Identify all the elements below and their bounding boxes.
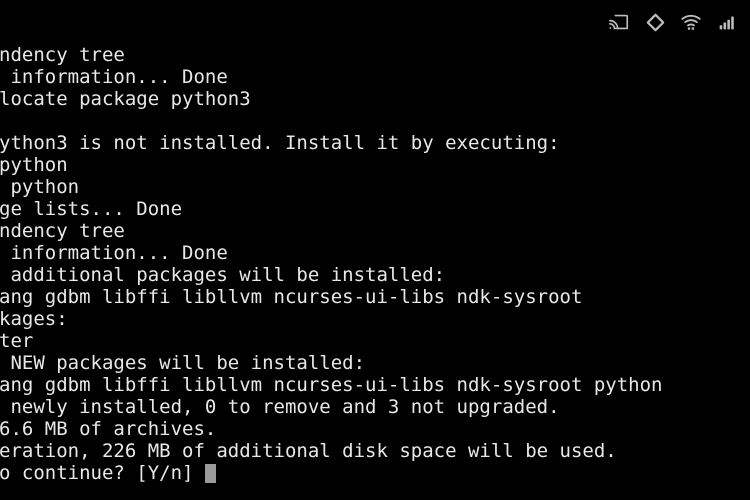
terminal-line: kages:: [0, 308, 68, 330]
terminal-prompt-line[interactable]: o continue? [Y/n]: [0, 462, 750, 484]
terminal-line: ython3 is not installed. Install it by e…: [0, 132, 560, 154]
terminal-line: ang gdbm libffi libllvm ncurses-ui-libs …: [0, 286, 583, 308]
cast-icon[interactable]: [606, 9, 632, 35]
terminal-cursor: [204, 463, 216, 483]
rhombus-app-icon[interactable]: [642, 9, 668, 35]
terminal-line: python: [0, 176, 80, 198]
terminal-line: python: [0, 154, 68, 176]
terminal-line: information... Done: [0, 66, 228, 88]
terminal-line: information... Done: [0, 242, 228, 264]
terminal-line: ndency tree: [0, 220, 125, 242]
terminal-line: locate package python3: [0, 88, 251, 110]
terminal-line: NEW packages will be installed:: [0, 352, 366, 374]
wifi-icon[interactable]: [678, 9, 704, 35]
terminal-line: ang gdbm libffi libllvm ncurses-ui-libs …: [0, 374, 663, 396]
status-bar: [0, 0, 750, 44]
terminal-line: newly installed, 0 to remove and 3 not u…: [0, 396, 560, 418]
terminal-line: ndency tree: [0, 44, 125, 66]
cellular-signal-icon[interactable]: [714, 9, 740, 35]
terminal-line: ge lists... Done: [0, 198, 183, 220]
terminal-line: ter: [0, 330, 34, 352]
terminal-line: additional packages will be installed:: [0, 264, 446, 286]
terminal-line: 6.6 MB of archives.: [0, 418, 217, 440]
terminal-output[interactable]: ndency tree information... Done locate p…: [0, 44, 750, 500]
terminal-line: eration, 226 MB of additional disk space…: [0, 440, 617, 462]
terminal-prompt-text: o continue? [Y/n]: [0, 462, 205, 484]
